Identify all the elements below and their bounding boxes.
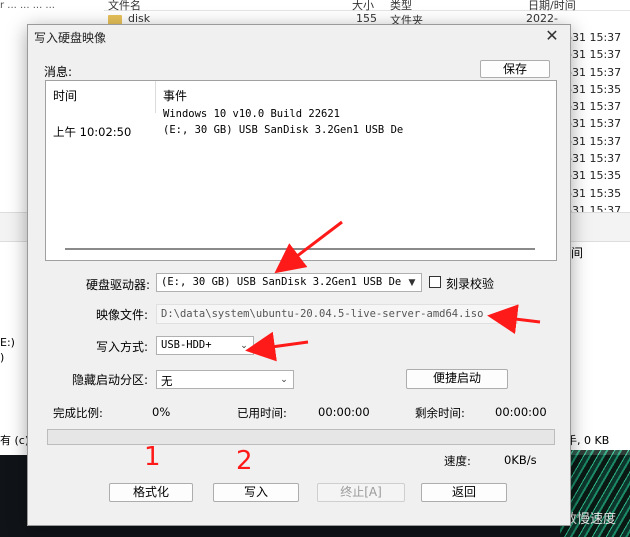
background-status-right: 手, 0 KB — [566, 434, 610, 447]
remaining-label: 剩余时间: — [415, 406, 465, 420]
file-list-header: 文件名 大小 类型 日期/时间 — [104, 0, 630, 12]
chevron-down-icon: ⌄ — [240, 341, 248, 351]
verify-label: 刻录校验 — [446, 277, 495, 291]
stop-button[interactable]: 终止[A] — [317, 483, 405, 502]
annotation-number-1: 1 — [144, 442, 161, 472]
elapsed-label: 已用时间: — [237, 406, 287, 420]
column-event[interactable]: 事件 — [163, 87, 187, 104]
background-status-left: 有 (c) — [0, 434, 30, 447]
file-date-cell: -31 15:37 — [568, 134, 622, 148]
return-button[interactable]: 返回 — [421, 483, 507, 502]
message-list[interactable]: 时间 事件 Windows 10 v10.0 Build 22621 上午 10… — [45, 80, 557, 261]
hidden-partition-value: 无 — [161, 374, 173, 388]
messages-label: 消息: — [44, 65, 73, 79]
dialog-title: 写入硬盘映像 — [34, 31, 107, 45]
convenient-boot-button[interactable]: 便捷启动 — [406, 369, 508, 389]
column-time[interactable]: 时间 — [53, 87, 77, 104]
verify-checkbox[interactable] — [429, 276, 441, 288]
hidden-partition-label: 隐藏启动分区: — [71, 373, 148, 387]
close-icon[interactable]: ✕ — [544, 27, 560, 45]
image-file-label: 映像文件: — [95, 308, 148, 322]
speed-label: 速度: — [444, 454, 471, 468]
speed-value: 0KB/s — [504, 453, 537, 467]
message-event-1: Windows 10 v10.0 Build 22621 — [163, 108, 341, 120]
annotation-number-2: 2 — [236, 446, 253, 476]
remaining-value: 00:00:00 — [495, 405, 547, 419]
image-file-value: D:\data\system\ubuntu-20.04.5-live-serve… — [161, 308, 484, 320]
file-date-cell: -31 15:37 — [568, 31, 622, 44]
write-method-select[interactable]: USB-HDD+ ⌄ — [156, 336, 254, 355]
right-pane-separator — [570, 212, 630, 242]
message-event-2: (E:, 30 GB) USB SanDisk 3.2Gen1 USB De — [163, 124, 404, 136]
file-date-cell: -31 15:37 — [568, 48, 622, 62]
message-horizontal-scrollbar[interactable] — [45, 242, 539, 256]
message-time-2: 上午 10:02:50 — [53, 125, 132, 139]
background-right-label: 间 — [571, 246, 584, 260]
scrollbar-track[interactable] — [65, 248, 535, 250]
left-pane-separator — [0, 212, 30, 242]
chevron-down-icon: ⌄ — [280, 375, 288, 385]
drive-select-value: (E:, 30 GB) USB SanDisk 3.2Gen1 USB De — [161, 276, 402, 288]
elapsed-value: 00:00:00 — [318, 405, 370, 419]
write-progress-bar — [47, 429, 555, 445]
file-date-cell: -31 15:35 — [568, 169, 622, 183]
file-date-cell: -31 15:35 — [568, 186, 622, 200]
file-date-cell: -31 15:35 — [568, 82, 622, 96]
background-left-strip: r ... ... ... ... — [0, 0, 100, 12]
drive-select[interactable]: (E:, 30 GB) USB SanDisk 3.2Gen1 USB De ▼ — [156, 273, 422, 292]
format-button[interactable]: 格式化 — [109, 483, 193, 502]
file-date-cell: -31 15:37 — [568, 100, 622, 114]
chevron-down-icon: ▼ — [408, 278, 416, 288]
hidden-partition-select[interactable]: 无 ⌄ — [156, 370, 294, 389]
write-disk-image-dialog: 写入硬盘映像 ✕ 消息: 保存 时间 事件 Windows 10 v10.0 B… — [27, 24, 571, 526]
completion-label: 完成比例: — [53, 406, 103, 420]
write-method-value: USB-HDD+ — [161, 339, 212, 351]
file-date-cell: -31 15:37 — [568, 65, 622, 79]
background-left-label-1: E:) — [0, 336, 15, 349]
column-divider — [155, 81, 156, 113]
save-button[interactable]: 保存 — [480, 60, 550, 78]
image-file-input[interactable]: D:\data\system\ubuntu-20.04.5-live-serve… — [156, 304, 518, 324]
completion-value: 0% — [152, 405, 171, 419]
file-date-cell: -31 15:37 — [568, 117, 622, 131]
background-left-label-2: ) — [0, 351, 5, 364]
write-method-label: 写入方式: — [95, 340, 148, 354]
file-date-column: -31 15:37 -31 15:37 -31 15:37 -31 15:35 -31 … — [568, 29, 630, 237]
file-date-cell: -31 15:37 — [568, 152, 622, 166]
drive-label: 硬盘驱动器: — [85, 278, 150, 292]
write-button[interactable]: 写入 — [213, 483, 299, 502]
